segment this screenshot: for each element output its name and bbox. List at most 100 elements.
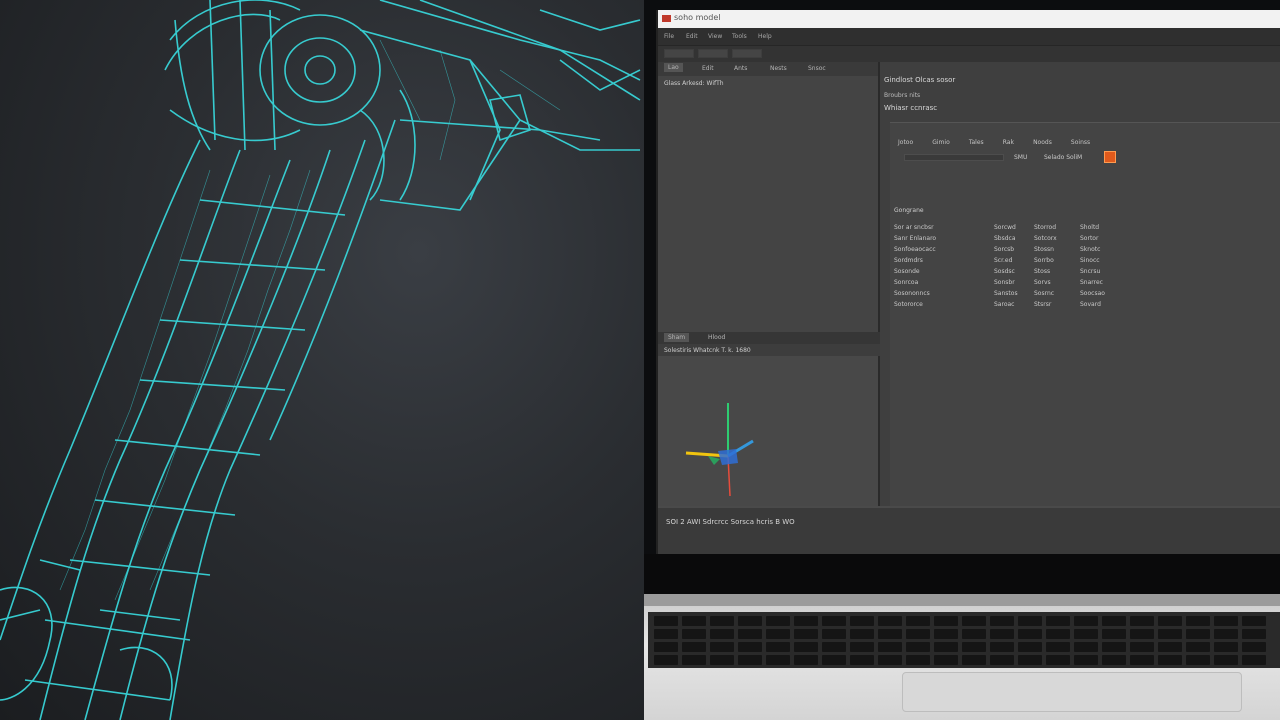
- tab-nests[interactable]: Nests: [770, 65, 787, 72]
- property-value[interactable]: Sosrnc: [1034, 290, 1054, 297]
- property-label: Sor ar sncbsr: [894, 224, 934, 231]
- properties-tabs: Jotoo Gimio Tales Rak Noods Soinss: [898, 129, 1104, 148]
- menu-edit[interactable]: Edit: [686, 33, 698, 40]
- keyboard-key: [682, 655, 706, 665]
- keyboard-key: [1158, 616, 1182, 626]
- keyboard-key: [1074, 642, 1098, 652]
- property-label: Sanr Enlanaro: [894, 235, 937, 242]
- keyboard-key: [822, 629, 846, 639]
- property-value[interactable]: Stsrsr: [1034, 301, 1051, 308]
- keyboard-key: [1130, 616, 1154, 626]
- property-value[interactable]: Sotcorx: [1034, 235, 1057, 242]
- property-value[interactable]: Sosdsc: [994, 268, 1015, 275]
- tool-button-2[interactable]: [698, 49, 728, 58]
- property-row: Sonrcoa Sonsbr Sorvs Snarrec: [894, 278, 1280, 288]
- property-value[interactable]: Sncrsu: [1080, 268, 1100, 275]
- property-value[interactable]: Sorrbo: [1034, 257, 1054, 264]
- property-value[interactable]: Sanstos: [994, 290, 1018, 297]
- property-label: Sosononncs: [894, 290, 930, 297]
- tab-snsoc[interactable]: Snsoc: [808, 65, 826, 72]
- keyboard-key: [738, 655, 762, 665]
- properties-section: Whiasr ccnrasc: [884, 104, 938, 112]
- tab-jotoo[interactable]: Jotoo: [898, 139, 913, 146]
- color-swatch[interactable]: [1104, 151, 1116, 163]
- property-value[interactable]: Sorvs: [1034, 279, 1051, 286]
- property-value[interactable]: Sbsdca: [994, 235, 1016, 242]
- keyboard-key: [1018, 655, 1042, 665]
- property-row: Sosonde Sosdsc Stoss Sncrsu: [894, 267, 1280, 277]
- viewport-info-bar: Solestiris Whatcnk T. k. 1680: [658, 344, 880, 356]
- keyboard-key: [1214, 655, 1238, 665]
- keyboard-key: [878, 629, 902, 639]
- laptop: soho model File Edit View Tools Help Lao…: [644, 0, 1280, 720]
- keyboard-key: [710, 629, 734, 639]
- property-row: Sor ar sncbsr Sorcwd Storrod Sholtd: [894, 223, 1280, 233]
- keyboard-key: [1074, 616, 1098, 626]
- tab-ants[interactable]: Ants: [734, 65, 747, 72]
- tab-lao[interactable]: Lao: [664, 63, 683, 72]
- tab-noods[interactable]: Noods: [1033, 139, 1052, 146]
- property-value[interactable]: Sovard: [1080, 301, 1101, 308]
- keyboard-key: [822, 642, 846, 652]
- keyboard-key: [794, 616, 818, 626]
- property-value[interactable]: Sorcsb: [994, 246, 1014, 253]
- menu-help[interactable]: Help: [758, 33, 772, 40]
- property-value[interactable]: Stossn: [1034, 246, 1054, 253]
- color-field[interactable]: [904, 154, 1004, 161]
- keyboard-key: [654, 616, 678, 626]
- property-value[interactable]: Sinocc: [1080, 257, 1100, 264]
- property-value[interactable]: Stoss: [1034, 268, 1050, 275]
- keyboard-key: [794, 629, 818, 639]
- keyboard-key: [1102, 629, 1126, 639]
- property-value[interactable]: Scr.ed: [994, 257, 1012, 264]
- property-value[interactable]: Sorcwd: [994, 224, 1016, 231]
- keyboard-key: [1046, 629, 1070, 639]
- keyboard-key: [906, 655, 930, 665]
- property-value[interactable]: Sortor: [1080, 235, 1098, 242]
- menu-tools[interactable]: Tools: [732, 33, 747, 40]
- app-logo-icon: [662, 15, 671, 22]
- property-value[interactable]: Sonsbr: [994, 279, 1015, 286]
- tab-gimio[interactable]: Gimio: [932, 139, 950, 146]
- status-bar: SOI 2 AWI Sdrcrcc Sorsca hcris B WO: [658, 506, 1280, 554]
- outliner-item[interactable]: Glass Arkesd: WifTh: [664, 80, 724, 87]
- keyboard-key: [822, 655, 846, 665]
- status-text: SOI 2 AWI Sdrcrcc Sorsca hcris B WO: [666, 518, 795, 526]
- keyboard-key: [878, 616, 902, 626]
- wireframe-render: [0, 0, 644, 720]
- property-label: Sosonde: [894, 268, 920, 275]
- keyboard-key: [1242, 629, 1266, 639]
- keyboard-key: [962, 655, 986, 665]
- property-value[interactable]: Storrod: [1034, 224, 1056, 231]
- tool-button-3[interactable]: [732, 49, 762, 58]
- keyboard-key: [822, 616, 846, 626]
- keyboard-key: [1214, 629, 1238, 639]
- property-value[interactable]: Snarrec: [1080, 279, 1103, 286]
- tab-edit[interactable]: Edit: [702, 65, 714, 72]
- keyboard-key: [1214, 616, 1238, 626]
- tab-tales[interactable]: Tales: [969, 139, 984, 146]
- keyboard-key: [1158, 655, 1182, 665]
- property-value[interactable]: Soocsao: [1080, 290, 1105, 297]
- keyboard-key: [1158, 629, 1182, 639]
- color-label: SMU: [1014, 154, 1028, 161]
- property-value[interactable]: Sknotc: [1080, 246, 1100, 253]
- tab-sham[interactable]: Sham: [664, 333, 690, 342]
- tab-soinss[interactable]: Soinss: [1071, 139, 1090, 146]
- keyboard-key: [906, 616, 930, 626]
- keyboard-key: [1018, 616, 1042, 626]
- property-value[interactable]: Sholtd: [1080, 224, 1099, 231]
- menu-view[interactable]: View: [708, 33, 722, 40]
- scene: soho model File Edit View Tools Help Lao…: [0, 0, 1280, 720]
- toolbar: [658, 46, 1280, 62]
- property-value[interactable]: Saroac: [994, 301, 1014, 308]
- 3d-viewport[interactable]: [658, 356, 880, 506]
- tab-rak[interactable]: Rak: [1003, 139, 1014, 146]
- tab-hlood[interactable]: Hlood: [708, 334, 725, 341]
- keyboard-key: [1018, 629, 1042, 639]
- title-bar: soho model: [658, 10, 1280, 28]
- tool-button-1[interactable]: [664, 49, 694, 58]
- group-label: Gongrane: [894, 207, 924, 214]
- menu-file[interactable]: File: [664, 33, 674, 40]
- property-label: Sonfoeaocacc: [894, 246, 936, 253]
